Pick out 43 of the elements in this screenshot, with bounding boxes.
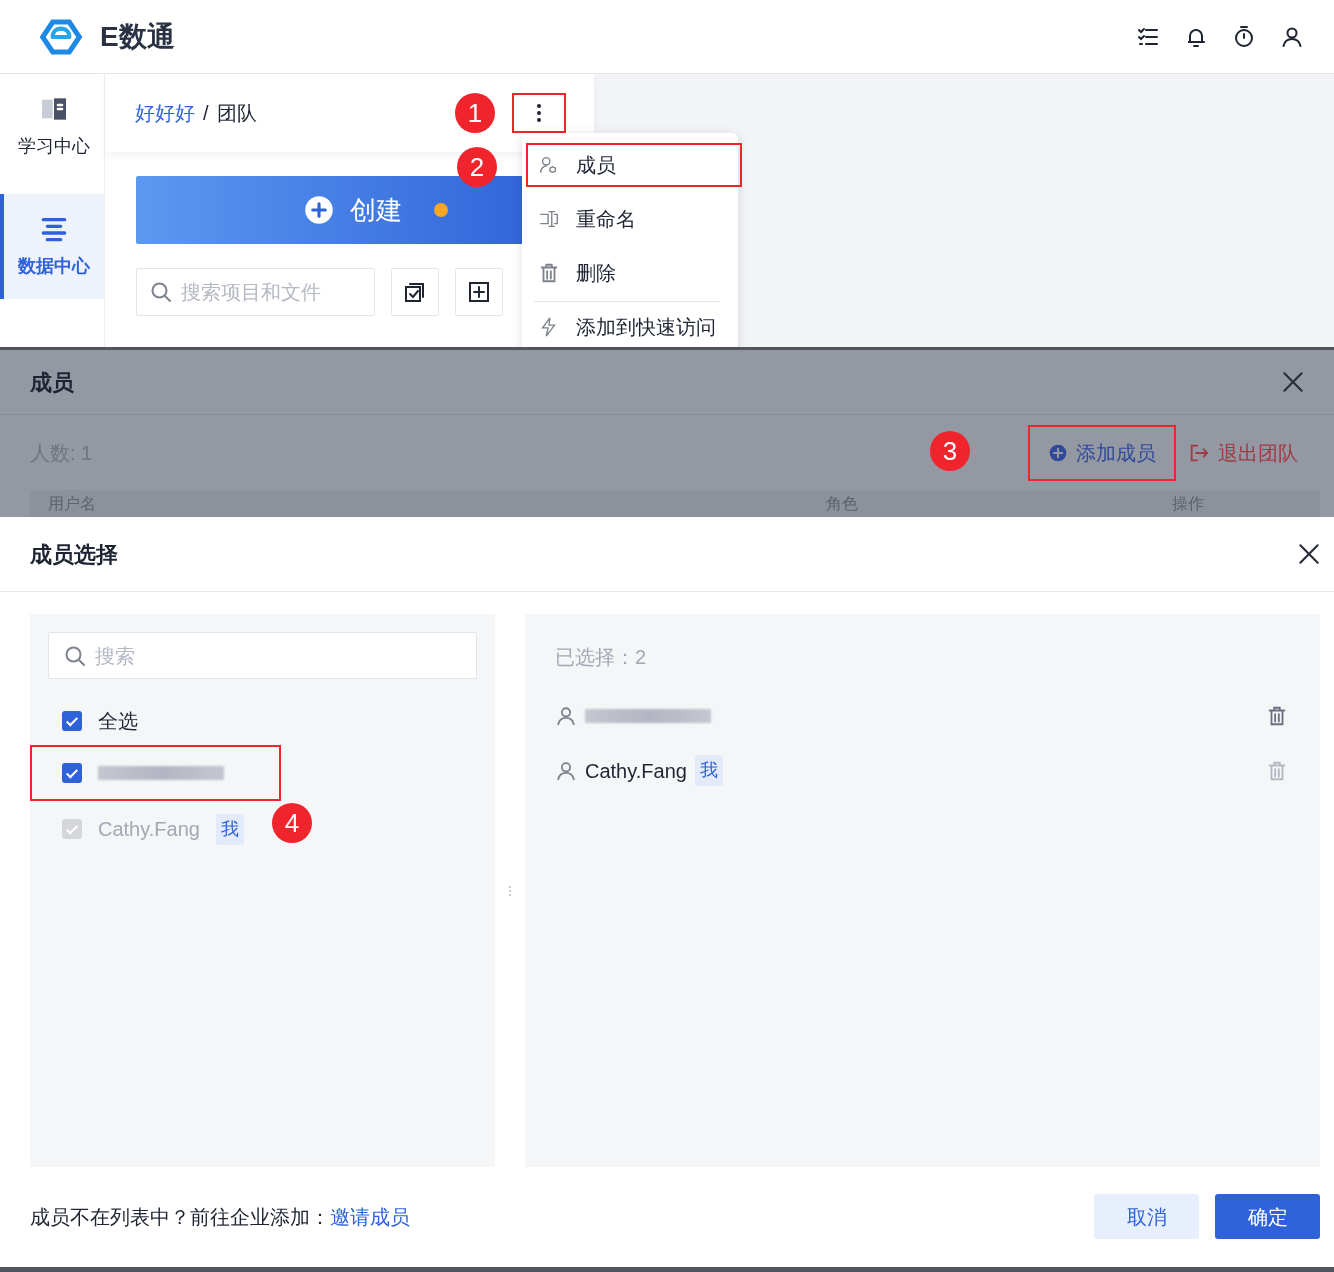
menu-item[interactable]: 删除	[528, 253, 740, 293]
more-icon	[537, 103, 541, 123]
select-button[interactable]	[391, 268, 439, 316]
step-number-badge: 1	[455, 93, 495, 133]
checkbox[interactable]	[62, 711, 82, 731]
member-name: Cathy.Fang	[98, 817, 200, 842]
trash-icon[interactable]	[1266, 704, 1288, 727]
breadcrumb-current: 团队	[216, 101, 257, 126]
sidebar-label: 学习中心	[18, 135, 90, 158]
sidebar-item[interactable]: 数据中心	[0, 194, 104, 299]
plus-circle-icon	[1048, 442, 1068, 463]
dialog-title: 成员	[30, 368, 74, 397]
dialog-title: 成员选择	[30, 540, 118, 569]
add-member-button[interactable]: 添加成员	[1030, 426, 1174, 479]
me-tag: 我	[215, 813, 244, 845]
plus-circle-icon	[304, 195, 334, 225]
invite-link[interactable]: 邀请成员	[330, 1201, 410, 1232]
close-icon[interactable]	[1296, 541, 1322, 567]
selected-count: 已选择：2	[555, 645, 648, 670]
select-all-label: 全选	[98, 709, 138, 734]
step-number-badge: 4	[272, 803, 312, 843]
sidebar-item[interactable]: 学习中心	[0, 74, 104, 179]
footer-text: 成员不在列表中？前往企业添加：	[30, 1204, 330, 1230]
cancel-button[interactable]: 取消	[1094, 1194, 1199, 1239]
search-icon	[149, 280, 173, 304]
breadcrumb-separator: /	[203, 101, 209, 126]
member-row[interactable]	[32, 747, 279, 799]
checkbox[interactable]	[62, 763, 82, 783]
logo-text: E数通	[100, 19, 175, 54]
member-name: Cathy.Fang	[585, 758, 687, 784]
add-button[interactable]	[455, 268, 503, 316]
me-tag: 我	[694, 755, 723, 786]
sidebar-label: 数据中心	[18, 255, 90, 278]
timer-icon[interactable]	[1232, 24, 1256, 49]
breadcrumb-link[interactable]: 好好好	[135, 98, 195, 128]
confirm-button[interactable]: 确定	[1215, 1194, 1320, 1239]
user-icon	[555, 759, 577, 782]
text-cursor-icon	[538, 208, 560, 230]
step-number-badge: 3	[930, 431, 970, 471]
plus-square-icon	[467, 280, 491, 304]
checkbox-stack-icon	[403, 280, 427, 304]
user-icon	[555, 704, 577, 727]
trash-icon	[538, 262, 560, 284]
